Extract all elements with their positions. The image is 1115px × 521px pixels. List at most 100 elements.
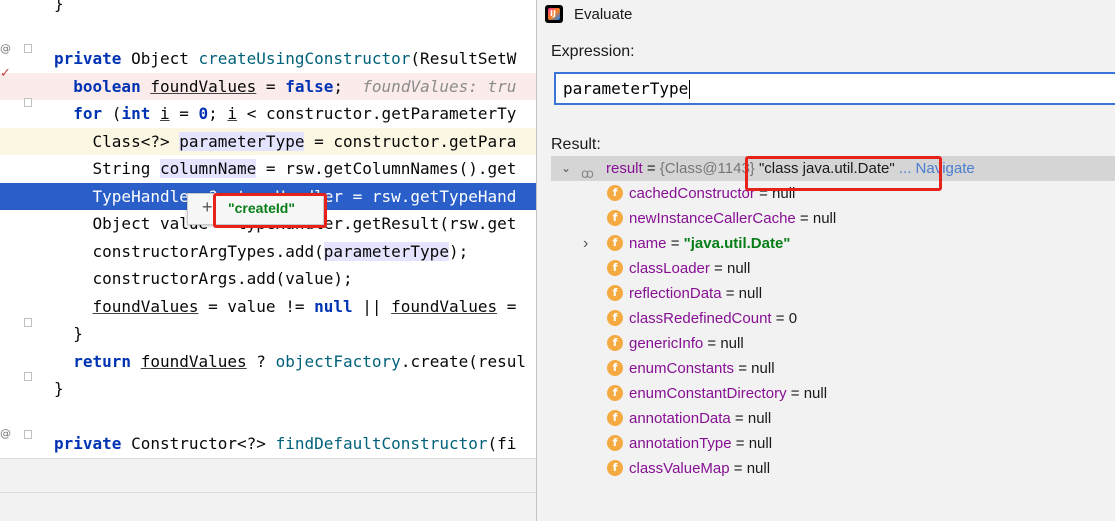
code-token: Constructor<?>	[131, 434, 276, 453]
field-name: annotationType	[629, 435, 732, 452]
field-value: null	[746, 460, 771, 477]
field-icon: f	[607, 460, 623, 476]
result-name: result	[606, 160, 643, 177]
code-token: i	[227, 104, 238, 123]
code-line[interactable]	[0, 403, 540, 430]
code-line[interactable]: for (int i = 0; i < constructor.getParam…	[0, 100, 540, 127]
code-token: foundValues	[140, 351, 247, 371]
evaluate-dialog: IJ Evaluate Expression: parameterType Re…	[536, 0, 1115, 521]
field-name: annotationData	[629, 410, 731, 427]
code-line[interactable]: String columnName = rsw.getColumnNames()…	[0, 155, 540, 182]
field-row[interactable]: f newInstanceCallerCache = null	[551, 206, 1115, 231]
field-row[interactable]: f enumConstants = null	[551, 356, 1115, 381]
expand-plus-icon[interactable]: +	[202, 197, 213, 218]
code-token: private	[54, 434, 132, 453]
code-line[interactable]: }	[0, 0, 540, 17]
code-token: constructorArgs.add(value);	[54, 269, 353, 288]
field-icon: f	[607, 410, 623, 426]
editor-bottom-area	[0, 458, 540, 521]
code-token: String	[54, 159, 160, 178]
code-token: (ResultSetW	[410, 49, 517, 68]
code-token: ;	[208, 104, 228, 123]
field-name: name	[629, 235, 667, 252]
code-token: foundValues: tru	[362, 76, 517, 96]
expression-label: Expression:	[551, 43, 635, 60]
code-token: = value !=	[198, 296, 315, 316]
code-token: boolean	[73, 76, 151, 96]
code-line[interactable]	[0, 18, 540, 45]
code-token: columnName	[159, 159, 257, 178]
implementation-marker-icon[interactable]: @	[0, 427, 11, 440]
code-line[interactable]: Class<?> parameterType = constructor.get…	[0, 127, 540, 155]
field-row[interactable]: f annotationType = null	[551, 431, 1115, 456]
field-row[interactable]: f classValueMap = null	[551, 456, 1115, 481]
field-row[interactable]: f annotationData = null	[551, 406, 1115, 431]
code-token: findDefaultConstructor	[275, 434, 488, 453]
code-token: null	[314, 296, 353, 316]
field-icon: f	[607, 360, 623, 376]
code-token: int	[121, 104, 160, 123]
code-token: =	[497, 296, 517, 316]
fold-marker-icon[interactable]	[24, 98, 32, 107]
code-token: Object	[131, 49, 199, 68]
field-value: "java.util.Date"	[683, 235, 791, 252]
code-line[interactable]: }	[0, 320, 540, 347]
field-icon: f	[607, 310, 623, 326]
field-row[interactable]: f reflectionData = null	[551, 281, 1115, 306]
field-name: classValueMap	[629, 460, 730, 477]
field-value: 0	[788, 310, 798, 327]
annotation-highlight-box	[745, 156, 942, 191]
field-value: null	[748, 435, 773, 452]
fold-marker-icon[interactable]	[24, 44, 32, 53]
code-line[interactable]: boolean foundValues = false; foundValues…	[0, 72, 540, 100]
annotation-highlight-box	[213, 193, 327, 228]
code-editor[interactable]: } private Object createUsingConstructor(R…	[0, 0, 540, 521]
code-line[interactable]: return foundValues ? objectFactory.creat…	[0, 348, 540, 375]
chevron-right-icon[interactable]: ›	[583, 231, 588, 256]
code-line[interactable]: constructorArgTypes.add(parameterType);	[0, 238, 540, 265]
code-token: constructorArgTypes.add(	[54, 241, 324, 261]
field-value: null	[751, 360, 775, 377]
code-token: .create(resul	[400, 351, 527, 371]
code-token: );	[448, 241, 469, 261]
field-row[interactable]: f enumConstantDirectory = null	[551, 381, 1115, 406]
code-token: =	[256, 76, 286, 96]
implementation-marker-icon[interactable]: @	[0, 42, 11, 55]
code-line[interactable]: private Object createUsingConstructor(Re…	[0, 45, 540, 72]
code-token: ;	[333, 76, 363, 96]
field-row[interactable]: f classLoader = null	[551, 256, 1115, 281]
field-value: null	[812, 210, 837, 227]
field-name: classLoader	[629, 260, 710, 277]
code-line[interactable]: private Constructor<?> findDefaultConstr…	[0, 430, 540, 457]
dialog-title-bar[interactable]: IJ Evaluate	[537, 0, 1115, 30]
fold-marker-icon[interactable]	[24, 318, 32, 327]
field-row[interactable]: f classRedefinedCount = 0	[551, 306, 1115, 331]
code-token: }	[54, 0, 64, 13]
code-token: i	[159, 104, 170, 123]
result-class-ref: {Class@1143}	[659, 160, 755, 177]
code-line[interactable]: }	[0, 375, 540, 402]
breakpoint-icon[interactable]: ✓	[0, 66, 11, 81]
field-icon: f	[607, 210, 623, 226]
field-row[interactable]: › f name = "java.util.Date"	[551, 231, 1115, 256]
code-token: parameterType	[179, 131, 305, 151]
expression-input[interactable]: parameterType	[554, 72, 1115, 105]
code-token: }	[54, 379, 64, 398]
code-token: ?	[246, 351, 276, 371]
result-tree[interactable]: ⌄ oo result = {Class@1143} "class java.u…	[551, 156, 1115, 486]
fold-marker-icon[interactable]	[24, 372, 32, 381]
field-icon: f	[607, 285, 623, 301]
fold-marker-icon[interactable]	[24, 430, 32, 439]
divider	[0, 492, 540, 493]
field-row[interactable]: f genericInfo = null	[551, 331, 1115, 356]
field-name: enumConstants	[629, 360, 735, 377]
field-icon: f	[607, 185, 623, 201]
code-line[interactable]: constructorArgs.add(value);	[0, 265, 540, 292]
field-name: cachedConstructor	[629, 185, 755, 202]
code-token: objectFactory	[275, 351, 401, 371]
code-line[interactable]: foundValues = value != null || foundValu…	[0, 293, 540, 320]
chevron-down-icon[interactable]: ⌄	[561, 156, 571, 181]
field-icon: f	[607, 260, 623, 276]
